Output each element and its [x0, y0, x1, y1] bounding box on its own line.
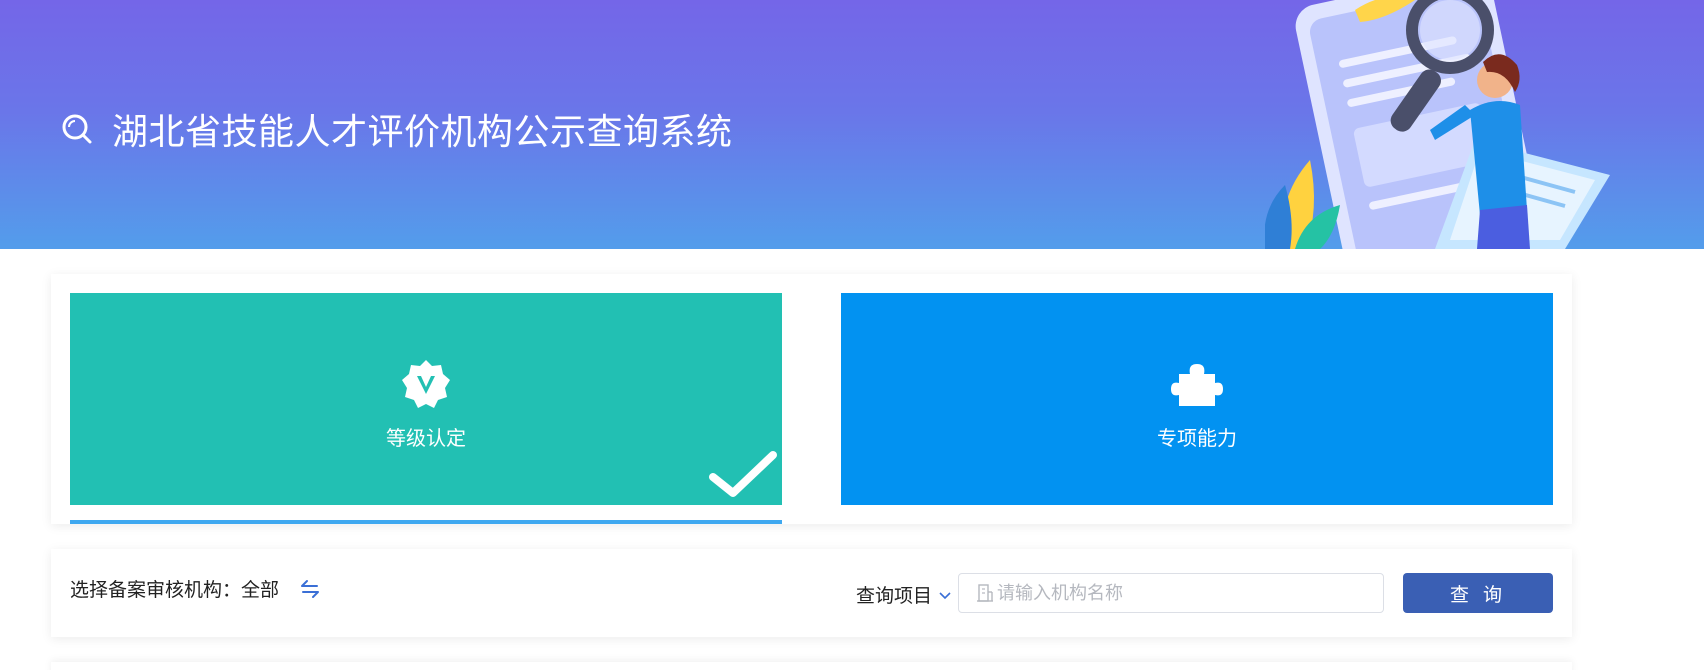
puzzle-icon: [1171, 363, 1223, 406]
card-special-label: 专项能力: [1157, 425, 1237, 450]
card-special-ability[interactable]: 专项能力: [841, 293, 1553, 505]
magnifier-illustration: [1265, 0, 1610, 249]
org-name-search-input[interactable]: [997, 582, 1377, 604]
header-banner: 湖北省技能人才评价机构公示查询系统: [0, 0, 1704, 249]
chevron-down-icon: [939, 591, 951, 599]
category-panel: 等级认定 专项能力: [51, 274, 1572, 524]
query-button[interactable]: 查 询: [1403, 573, 1553, 613]
badge-v-icon: [402, 359, 450, 408]
search-box: [958, 573, 1384, 613]
results-panel: [51, 662, 1572, 670]
org-filter-value[interactable]: 全部: [241, 575, 279, 602]
building-icon: [977, 584, 993, 602]
page-title-text: 湖北省技能人才评价机构公示查询系统: [112, 112, 733, 153]
query-type-label: 查询项目: [856, 585, 933, 607]
query-type-dropdown[interactable]: 查询项目: [856, 581, 952, 608]
selected-tab-indicator: [70, 520, 782, 524]
swap-icon[interactable]: [299, 578, 321, 600]
card-level-label: 等级认定: [386, 425, 466, 450]
checkmark-icon: [709, 451, 777, 497]
card-level-certification[interactable]: 等级认定: [70, 293, 782, 505]
org-filter-label: 选择备案审核机构：: [70, 579, 242, 601]
search-icon: [62, 114, 92, 144]
filter-bar: 选择备案审核机构： 全部 查询项目 查 询: [51, 549, 1572, 637]
org-filter: 选择备案审核机构： 全部: [70, 575, 321, 602]
page-title: 湖北省技能人才评价机构公示查询系统: [60, 103, 733, 155]
